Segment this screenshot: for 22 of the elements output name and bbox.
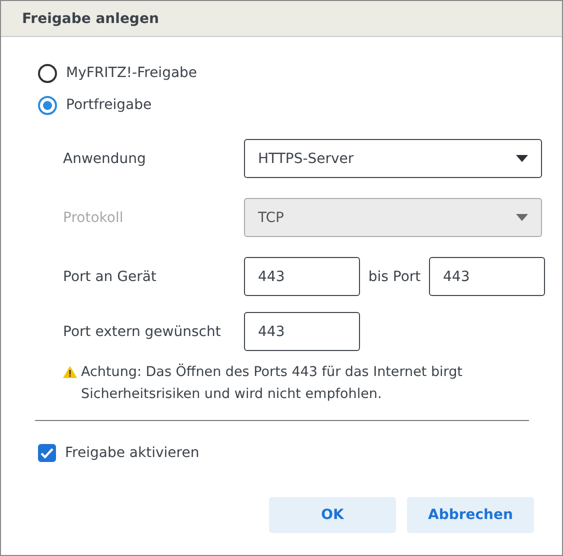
radio-label[interactable]: MyFRITZ!-Freigabe (66, 65, 198, 81)
field-label: Port extern gewünscht (63, 324, 222, 340)
cancel-button[interactable]: Abbrechen (407, 497, 534, 533)
field-label: Port an Gerät (63, 268, 158, 284)
input-field[interactable]: 443 (244, 257, 360, 296)
warning-text: Achtung: Das Öffnen des Ports 443 für das Internet birgt Sicherheitsrisiken und wird nicht empfohlen. (81, 362, 464, 404)
field-label: bis Port (367, 268, 422, 284)
ok-button[interactable]: OK (269, 497, 396, 533)
input-field[interactable]: 443 (429, 257, 545, 296)
dropdown-field[interactable]: HTTPS-Server (244, 139, 542, 178)
input-field[interactable]: 443 (244, 312, 360, 351)
field-label: Anwendung (63, 150, 147, 166)
checkbox[interactable] (38, 444, 56, 462)
radio-label[interactable]: Portfreigabe (66, 97, 152, 113)
radio-button[interactable] (38, 64, 57, 82)
caret-icon (516, 155, 528, 162)
checkbox-label[interactable]: Freigabe aktivieren (65, 445, 200, 461)
radio-button[interactable] (38, 96, 57, 114)
caret-icon (516, 214, 528, 221)
field-label: Protokoll (63, 210, 124, 226)
warning-icon (63, 366, 77, 378)
dialog-title: Freigabe anlegen (22, 10, 159, 26)
